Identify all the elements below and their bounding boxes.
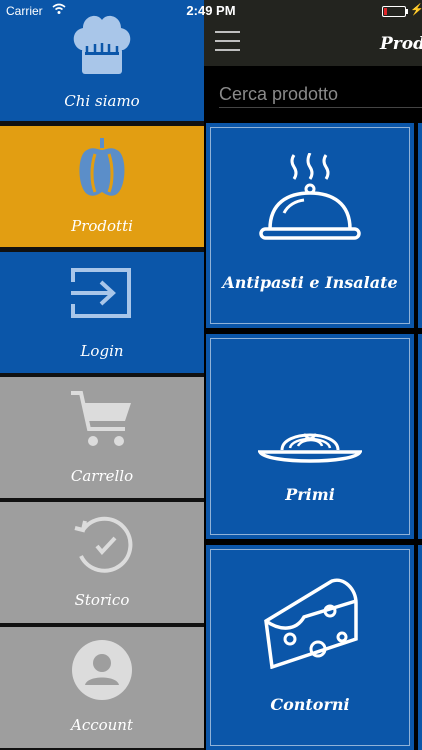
category-label: Primi (285, 485, 335, 504)
category-label: Antipasti e Insalate (222, 273, 398, 292)
category-tile-antipasti[interactable]: Antipasti e Insalate (206, 123, 414, 328)
charging-icon: ⚡ (410, 4, 422, 16)
menu-item-account[interactable]: Account (0, 627, 204, 748)
next-column-tile (418, 545, 422, 750)
page-title: Prodotti (380, 34, 422, 54)
category-label: Contorni (270, 695, 350, 714)
menu-item-storico[interactable]: Storico (0, 502, 204, 623)
login-icon (0, 264, 204, 322)
hamburger-icon[interactable] (215, 31, 240, 52)
category-tile-contorni[interactable]: Contorni (206, 545, 414, 750)
account-icon (0, 639, 204, 701)
menu-label: Account (70, 716, 133, 734)
cart-icon (0, 389, 204, 449)
main-content: Prodotti Antipasti e Insalate (204, 0, 422, 750)
pasta-plate-icon (206, 424, 414, 468)
side-menu: Chi siamo Prodotti Login Carrello Storic… (0, 0, 204, 750)
search-input[interactable] (219, 82, 422, 108)
menu-item-carrello[interactable]: Carrello (0, 377, 204, 498)
menu-label: Prodotti (71, 217, 133, 235)
next-column-tile (418, 123, 422, 328)
search-bar (204, 66, 422, 120)
menu-item-prodotti[interactable]: Prodotti (0, 126, 204, 247)
history-icon (0, 514, 204, 576)
battery-icon (382, 6, 406, 17)
category-tile-primi[interactable]: Primi (206, 334, 414, 539)
menu-label: Login (80, 342, 124, 360)
cloche-icon (206, 153, 414, 247)
clock: 2:49 PM (186, 3, 236, 18)
menu-label: Chi siamo (64, 92, 140, 110)
cheese-icon (206, 575, 414, 669)
menu-label: Storico (74, 591, 130, 609)
pepper-icon (0, 136, 204, 198)
menu-item-login[interactable]: Login (0, 252, 204, 373)
menu-label: Carrello (70, 467, 134, 485)
status-bar: Carrier 2:49 PM ⚡ (0, 0, 422, 22)
next-column-tile (418, 334, 422, 539)
